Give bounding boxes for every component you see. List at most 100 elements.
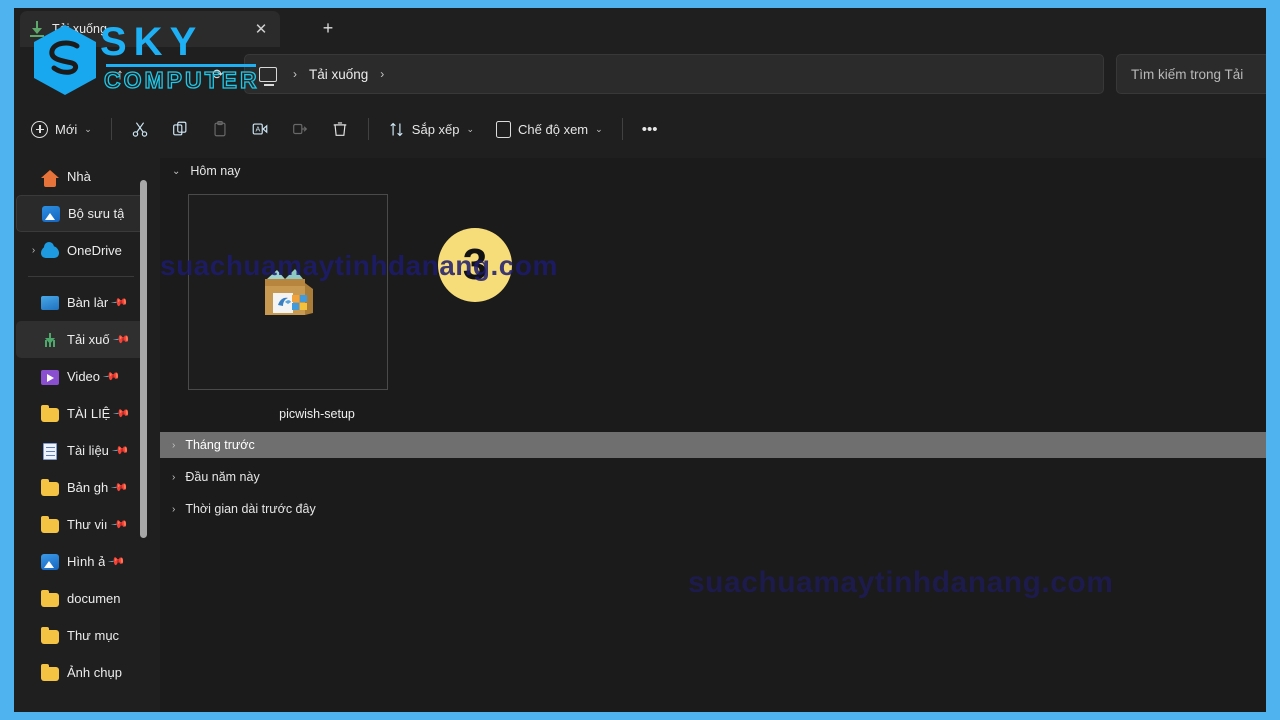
breadcrumb-chevron-end[interactable]: › [374, 67, 390, 81]
tile-area: picwish-setup 3 suachuamaytinhdanang.com [160, 184, 1266, 432]
pin-icon: 📌 [112, 330, 131, 349]
ellipsis-icon: ••• [641, 120, 658, 138]
group-header-hom-nay[interactable]: ⌄ Hôm nay [160, 158, 1266, 184]
sidebar-item-th-vi[interactable]: Thư viı 📌 [16, 506, 146, 543]
breadcrumb-separator: › [293, 67, 297, 81]
watermark-middle: suachuamaytinhdanang.com [688, 566, 1114, 599]
pin-icon: 📌 [109, 515, 129, 534]
sidebar-item-label: Hình ả [67, 554, 106, 569]
sidebar-item-b-n-gh[interactable]: Bản gh 📌 [16, 469, 146, 506]
file-item-picwish-setup[interactable]: picwish-setup [188, 194, 388, 421]
step-badge-3: 3 [438, 228, 512, 302]
sidebar-item-nh[interactable]: Nhà [16, 158, 146, 195]
sidebar-item-h-nh[interactable]: Hình ả 📌 [16, 543, 146, 580]
group-header-thang-truoc[interactable]: › Tháng trước [160, 432, 1266, 458]
file-list-pane[interactable]: ⌄ Hôm nay picwish-setup 3 suachuamaytinh… [160, 158, 1266, 712]
sort-arrows-icon [390, 122, 403, 136]
folder-icon [41, 626, 59, 645]
rename-icon: A [252, 123, 268, 135]
share-icon [292, 123, 307, 135]
chevron-right-icon: › [172, 471, 176, 483]
pin-icon: 📌 [111, 441, 130, 460]
close-tab-icon[interactable]: ✕ [250, 18, 272, 40]
sidebar-item-t-i-xu[interactable]: Tải xuố 📌 [16, 321, 146, 358]
up-button[interactable]: ↑ [104, 58, 136, 90]
desktop-icon [41, 294, 59, 312]
sidebar-item-t-i-li[interactable]: TÀI LIỆ 📌 [16, 395, 146, 432]
navigation-pane[interactable]: Nhà Bộ sưu tậ › OneDrive Bàn làr 📌 Tải xuố 📌 Vid… [14, 158, 148, 712]
sidebar-item-label: Bộ sưu tậ [68, 206, 125, 221]
sort-label: Sắp xếp [411, 121, 460, 137]
sidebar-scrollbar[interactable] [140, 180, 147, 538]
view-button[interactable]: Chế độ xem ⌄ [487, 112, 612, 146]
pin-icon: 📌 [107, 552, 126, 571]
gallery-icon [42, 205, 60, 223]
delete-icon [333, 122, 347, 136]
sidebar-item-b-n-l-r[interactable]: Bàn làr 📌 [16, 284, 146, 321]
file-name-label: picwish-setup [279, 407, 355, 421]
group-label: Hôm nay [190, 164, 241, 178]
paste-button[interactable] [202, 112, 238, 146]
view-label: Chế độ xem [518, 121, 589, 137]
sidebar-item-label: Video [67, 369, 101, 384]
sidebar-item-label: Thư mục [67, 628, 120, 643]
sidebar-divider [28, 276, 134, 277]
rename-button[interactable]: A [242, 112, 278, 146]
downloads-icon [41, 331, 59, 349]
copy-icon [172, 121, 187, 136]
group-label: Thời gian dài trước đây [185, 502, 316, 516]
onedrive-cloud-icon [41, 241, 59, 260]
sidebar-item-label: Ảnh chụp [67, 665, 122, 680]
delete-button[interactable] [322, 112, 358, 146]
sidebar-item-nh-ch-p[interactable]: Ảnh chụp [16, 654, 146, 691]
breadcrumb-item-tai-xuong[interactable]: Tải xuống [303, 65, 374, 84]
folder-icon [41, 515, 59, 534]
breadcrumb[interactable]: › Tải xuống › [244, 54, 1104, 94]
chevron-right-icon[interactable]: › [26, 245, 41, 256]
more-options-button[interactable]: ••• [633, 112, 667, 146]
group-header-thoi-gian-dai-truoc-day[interactable]: › Thời gian dài trước đây [160, 496, 1266, 522]
cut-button[interactable] [122, 112, 158, 146]
sidebar-item-b-s-u-t[interactable]: Bộ sưu tậ [16, 195, 146, 232]
sort-button[interactable]: Sắp xếp ⌄ [379, 112, 483, 146]
folder-icon [41, 404, 59, 423]
new-button[interactable]: Mới ⌄ [22, 112, 101, 146]
plus-circle-icon [31, 120, 48, 138]
title-bar: Tải xuống ✕ + [14, 8, 1266, 48]
folder-icon [41, 663, 59, 682]
copy-button[interactable] [162, 112, 198, 146]
group-label: Tháng trước [185, 438, 255, 452]
paste-icon [214, 121, 226, 137]
group-header-dau-nam-nay[interactable]: › Đầu năm này [160, 464, 1266, 490]
tab-tai-xuong[interactable]: Tải xuống ✕ [20, 11, 280, 47]
refresh-button[interactable]: ⟳ [202, 58, 234, 90]
share-button[interactable] [282, 112, 318, 146]
folder-icon [41, 478, 59, 497]
chevron-right-icon: › [172, 503, 176, 515]
sidebar-item-documen[interactable]: documen [16, 580, 146, 617]
svg-text:A: A [255, 125, 260, 134]
sidebar-item-label: Tải xuố [67, 332, 110, 347]
address-bar-row: ‹ › ↑ ⟳ › Tải xuống › Tìm kiếm trong Tải [14, 48, 1266, 100]
back-button[interactable]: ‹ [26, 58, 58, 90]
sidebar-item-th-m-c[interactable]: Thư mục [16, 617, 146, 654]
sidebar-item-video[interactable]: Video 📌 [16, 358, 146, 395]
view-layout-icon [496, 120, 512, 138]
sidebar-item-label: TÀI LIỆ [67, 406, 111, 421]
folder-icon [41, 589, 59, 608]
sidebar-item-label: Nhà [67, 169, 91, 184]
sidebar-item-label: documen [67, 591, 121, 606]
pin-icon: 📌 [102, 367, 121, 386]
new-label: Mới [55, 121, 78, 137]
sidebar-item-label: Bàn làr [67, 295, 109, 310]
pictures-icon [41, 553, 59, 571]
file-explorer-window: Tải xuống ✕ + ‹ › ↑ ⟳ › Tải xuống › Tìm … [14, 8, 1266, 712]
blue-frame-border: Tải xuống ✕ + ‹ › ↑ ⟳ › Tải xuống › Tìm … [0, 0, 1280, 720]
new-tab-button[interactable]: + [310, 13, 346, 43]
sidebar-item-t-i-li-u[interactable]: Tài liệu 📌 [16, 432, 146, 469]
forward-button[interactable]: › [64, 58, 96, 90]
search-input[interactable]: Tìm kiếm trong Tải [1116, 54, 1266, 94]
toolbar-divider-2 [367, 118, 369, 140]
download-icon [28, 20, 46, 38]
sidebar-item-onedrive[interactable]: › OneDrive [16, 232, 146, 269]
